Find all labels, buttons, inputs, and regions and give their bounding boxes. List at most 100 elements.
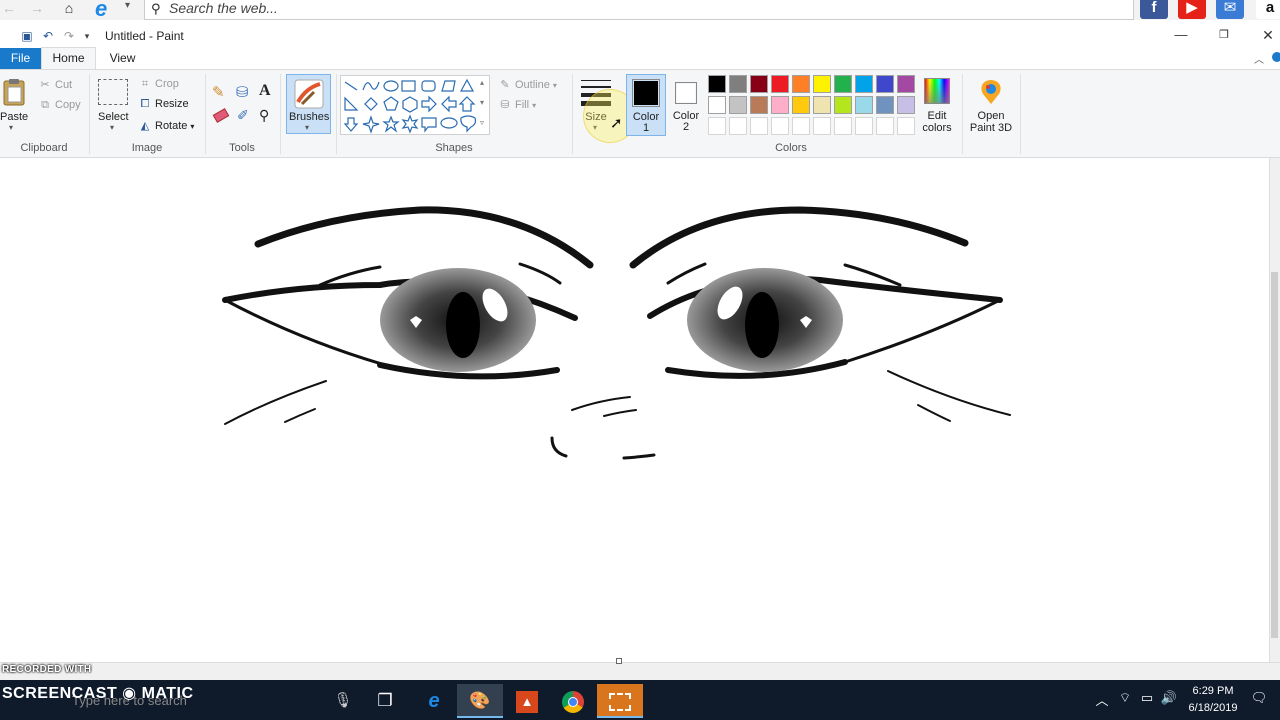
app-taskbar-icon[interactable]: ▲ — [504, 684, 550, 718]
edit-colors-button[interactable]: Edit colors — [919, 75, 955, 137]
cut-button[interactable]: ✂ Cut — [38, 78, 72, 91]
palette-swatch[interactable] — [771, 117, 789, 135]
paint-taskbar-icon[interactable]: 🎨 — [457, 684, 503, 718]
fill-label: Fill — [515, 99, 530, 111]
pencil-icon[interactable]: ✎ — [212, 83, 225, 101]
palette-swatch[interactable] — [834, 75, 852, 93]
ie-logo-icon[interactable]: e — [95, 0, 121, 21]
palette-swatch[interactable] — [792, 75, 810, 93]
paste-label[interactable]: Paste — [0, 111, 28, 123]
palette-swatch[interactable] — [792, 117, 810, 135]
palette-swatch[interactable] — [729, 96, 747, 114]
palette-swatch[interactable] — [855, 117, 873, 135]
collapse-ribbon-icon[interactable]: ︿ — [1254, 51, 1264, 66]
customize-qat-icon[interactable]: ▾ — [80, 29, 94, 43]
back-icon[interactable]: ← — [0, 0, 18, 18]
drawing-canvas[interactable] — [0, 158, 1270, 662]
microphone-icon[interactable]: 🎙 — [320, 684, 366, 718]
palette-swatch[interactable] — [876, 96, 894, 114]
minimize-button[interactable]: — — [1171, 26, 1191, 44]
palette-swatch[interactable] — [729, 117, 747, 135]
palette-swatch[interactable] — [876, 75, 894, 93]
paste-button[interactable] — [2, 78, 26, 106]
text-tool-icon[interactable]: A — [259, 82, 271, 100]
mail-icon[interactable]: ✉ — [1216, 0, 1244, 19]
redo-icon[interactable]: ↷ — [62, 29, 76, 43]
palette-swatch[interactable] — [708, 117, 726, 135]
palette-swatch[interactable] — [750, 75, 768, 93]
save-icon[interactable]: ▣ — [20, 29, 34, 43]
palette-swatch[interactable] — [813, 96, 831, 114]
youtube-icon[interactable]: ▶ — [1178, 0, 1206, 19]
amazon-icon[interactable]: a — [1256, 0, 1280, 19]
vertical-scroll-thumb[interactable] — [1271, 272, 1278, 638]
canvas-resize-handle[interactable] — [616, 658, 622, 664]
chrome-icon[interactable] — [550, 684, 596, 718]
scroll-down-icon[interactable]: ▾ — [480, 98, 484, 107]
palette-swatch[interactable] — [834, 117, 852, 135]
palette-swatch[interactable] — [708, 75, 726, 93]
scroll-up-icon[interactable]: ▴ — [480, 78, 484, 87]
select-button[interactable]: Select — [98, 111, 129, 123]
notifications-icon[interactable]: 🗨 — [1250, 690, 1268, 706]
rotate-button[interactable]: ◭ Rotate ▾ — [138, 119, 195, 132]
horizontal-scrollbar[interactable] — [0, 662, 1280, 680]
group-label-colors: Colors — [775, 142, 807, 154]
clock-time[interactable]: 6:29 PM — [1190, 685, 1236, 697]
palette-swatch[interactable] — [771, 96, 789, 114]
palette-swatch[interactable] — [876, 117, 894, 135]
tab-home[interactable]: Home — [41, 47, 96, 70]
palette-swatch[interactable] — [771, 75, 789, 93]
color1-button[interactable]: Color 1 — [626, 74, 666, 136]
color-picker-icon[interactable]: ✐ — [237, 107, 249, 124]
tab-view[interactable]: View — [100, 48, 145, 69]
clock-date[interactable]: 6/18/2019 — [1185, 702, 1241, 714]
palette-swatch[interactable] — [792, 96, 810, 114]
resize-button[interactable]: ⧠ Resize — [138, 98, 189, 111]
close-button[interactable]: ✕ — [1258, 26, 1278, 44]
help-icon[interactable] — [1272, 52, 1280, 62]
palette-swatch[interactable] — [897, 96, 915, 114]
chevron-down-icon[interactable]: ▾ — [9, 123, 13, 132]
search-input[interactable]: ⚲ Search the web... — [144, 0, 1134, 20]
palette-swatch[interactable] — [813, 75, 831, 93]
palette-swatch[interactable] — [729, 75, 747, 93]
palette-swatch[interactable] — [897, 75, 915, 93]
shapes-gallery[interactable] — [340, 75, 490, 135]
edge-icon[interactable]: e — [411, 684, 457, 718]
palette-swatch[interactable] — [897, 117, 915, 135]
palette-swatch[interactable] — [750, 117, 768, 135]
home-icon[interactable]: ⌂ — [60, 0, 78, 18]
magnifier-icon[interactable]: ⚲ — [259, 107, 269, 124]
chevron-down-icon[interactable]: ▾ — [125, 0, 130, 11]
chevron-down-icon[interactable]: ▾ — [110, 123, 114, 132]
tab-file[interactable]: File — [0, 48, 41, 69]
battery-icon[interactable]: ▭ — [1138, 690, 1156, 706]
color2-button[interactable]: Color 2 — [667, 74, 707, 136]
crop-button[interactable]: ⌗ Crop — [138, 78, 179, 91]
divider — [962, 74, 963, 154]
undo-icon[interactable]: ↶ — [41, 29, 55, 43]
open-paint3d-button[interactable]: Open Paint 3D — [966, 75, 1016, 137]
facebook-icon[interactable]: f — [1140, 0, 1168, 19]
fill-button[interactable]: ⛁ Fill ▾ — [498, 98, 536, 111]
palette-swatch[interactable] — [750, 96, 768, 114]
forward-icon[interactable]: → — [28, 0, 46, 18]
fill-bucket-icon[interactable]: ⛁ — [236, 83, 249, 101]
task-view-icon[interactable]: ❐ — [362, 684, 408, 718]
palette-swatch[interactable] — [855, 96, 873, 114]
palette-swatch[interactable] — [813, 117, 831, 135]
brushes-button[interactable]: Brushes ▾ — [286, 74, 331, 134]
palette-swatch[interactable] — [834, 96, 852, 114]
expand-gallery-icon[interactable]: ▿ — [480, 118, 484, 127]
screencast-taskbar-icon[interactable] — [597, 684, 643, 718]
restore-button[interactable]: ❐ — [1214, 26, 1234, 44]
copy-button[interactable]: ⧉ Copy — [38, 99, 81, 112]
volume-icon[interactable]: 🔊 — [1160, 690, 1178, 706]
chevron-up-icon[interactable]: ︿ — [1093, 690, 1111, 709]
network-icon[interactable]: ⌔ — [1116, 690, 1134, 706]
palette-swatch[interactable] — [855, 75, 873, 93]
outline-button[interactable]: ✎ Outline ▾ — [498, 78, 556, 91]
select-icon[interactable] — [98, 79, 128, 105]
palette-swatch[interactable] — [708, 96, 726, 114]
